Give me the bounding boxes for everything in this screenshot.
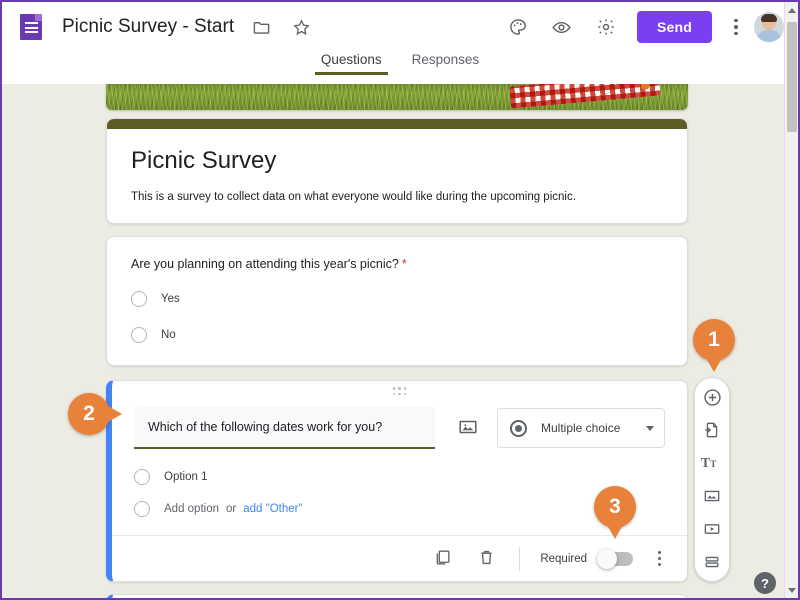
top-bar: Picnic Survey - Start Send: [2, 2, 798, 52]
callout-1: 1: [693, 319, 735, 372]
gear-icon[interactable]: [593, 14, 619, 40]
svg-text:T: T: [701, 455, 710, 470]
radio-icon: [134, 501, 150, 517]
question-edit-row: Multiple choice: [134, 407, 665, 449]
question-title-field[interactable]: [134, 407, 435, 449]
question-title-input[interactable]: [148, 420, 421, 434]
callout-3-number: 3: [609, 495, 621, 518]
google-forms-icon: [20, 14, 42, 40]
app-window: Picnic Survey - Start Send Questions Res…: [0, 0, 800, 600]
tab-questions[interactable]: Questions: [314, 52, 388, 75]
form-description[interactable]: This is a survey to collect data on what…: [131, 191, 663, 203]
active-option-1[interactable]: Option 1: [134, 469, 665, 485]
question-1-option-no[interactable]: No: [131, 327, 663, 343]
required-asterisk: *: [401, 257, 407, 271]
scroll-down-arrow[interactable]: [785, 582, 798, 598]
radio-icon[interactable]: [134, 469, 150, 485]
folder-icon[interactable]: [248, 14, 274, 40]
question-card-1[interactable]: Are you planning on attending this year'…: [106, 236, 688, 366]
form-header-card[interactable]: Picnic Survey This is a survey to collec…: [106, 118, 688, 224]
add-image-icon[interactable]: [700, 484, 724, 508]
add-item-toolbar: T T: [694, 377, 730, 582]
next-question-card[interactable]: [106, 594, 688, 598]
add-section-icon[interactable]: [700, 550, 724, 574]
vertical-scrollbar[interactable]: [784, 2, 798, 598]
required-label: Required: [540, 552, 587, 565]
add-video-icon[interactable]: [700, 517, 724, 541]
svg-text:T: T: [710, 460, 717, 470]
callout-1-number: 1: [708, 328, 720, 351]
send-button[interactable]: Send: [636, 11, 712, 43]
option-label[interactable]: Option 1: [164, 471, 207, 483]
option-label: No: [161, 329, 176, 341]
question-1-text: Are you planning on attending this year'…: [131, 257, 399, 271]
option-label: Yes: [161, 293, 180, 305]
user-avatar[interactable]: [754, 12, 784, 42]
more-options-icon[interactable]: [724, 14, 748, 40]
help-button[interactable]: ?: [754, 572, 776, 594]
callout-2-number: 2: [83, 402, 95, 425]
scrollbar-thumb[interactable]: [787, 22, 797, 132]
tab-bar: Questions Responses: [2, 52, 798, 84]
form-canvas: Picnic Survey This is a survey to collec…: [2, 84, 798, 598]
active-question-footer: Required: [112, 535, 687, 581]
form-title[interactable]: Picnic Survey: [131, 147, 663, 175]
radio-filled-icon: [510, 419, 527, 437]
trash-icon[interactable]: [477, 548, 499, 570]
radio-icon[interactable]: [131, 327, 147, 343]
form-banner-image[interactable]: [106, 84, 688, 110]
duplicate-icon[interactable]: [433, 548, 455, 570]
question-1-title: Are you planning on attending this year'…: [131, 257, 663, 271]
star-icon[interactable]: [288, 14, 314, 40]
scroll-up-arrow[interactable]: [785, 2, 798, 18]
eye-icon[interactable]: [549, 14, 575, 40]
required-toggle[interactable]: [597, 548, 633, 569]
or-label: or: [226, 503, 237, 515]
add-other-button[interactable]: add "Other": [243, 503, 302, 515]
drag-handle-icon[interactable]: [112, 387, 687, 395]
top-bar-actions: Send: [505, 2, 784, 52]
add-title-description-icon[interactable]: T T: [700, 451, 724, 475]
question-type-label: Multiple choice: [541, 421, 621, 435]
question-type-select[interactable]: Multiple choice: [497, 408, 665, 448]
palette-icon[interactable]: [505, 14, 531, 40]
tab-responses[interactable]: Responses: [406, 52, 486, 75]
callout-2: 2: [68, 393, 122, 435]
add-question-icon[interactable]: [700, 385, 724, 409]
footer-divider: [519, 546, 521, 571]
question-more-options-icon[interactable]: [649, 548, 669, 570]
header-theme-stripe: [107, 119, 687, 129]
document-title[interactable]: Picnic Survey - Start: [62, 16, 234, 38]
add-option-row: Add option or add "Other": [134, 501, 665, 517]
chevron-down-icon[interactable]: [646, 425, 654, 431]
radio-icon[interactable]: [131, 291, 147, 307]
insert-image-icon[interactable]: [457, 416, 481, 440]
callout-3: 3: [594, 486, 636, 539]
import-questions-icon[interactable]: [700, 418, 724, 442]
add-option-button[interactable]: Add option: [164, 503, 219, 515]
question-1-option-yes[interactable]: Yes: [131, 291, 663, 307]
active-question-card[interactable]: Multiple choice Option 1 Add option or a…: [106, 380, 688, 582]
